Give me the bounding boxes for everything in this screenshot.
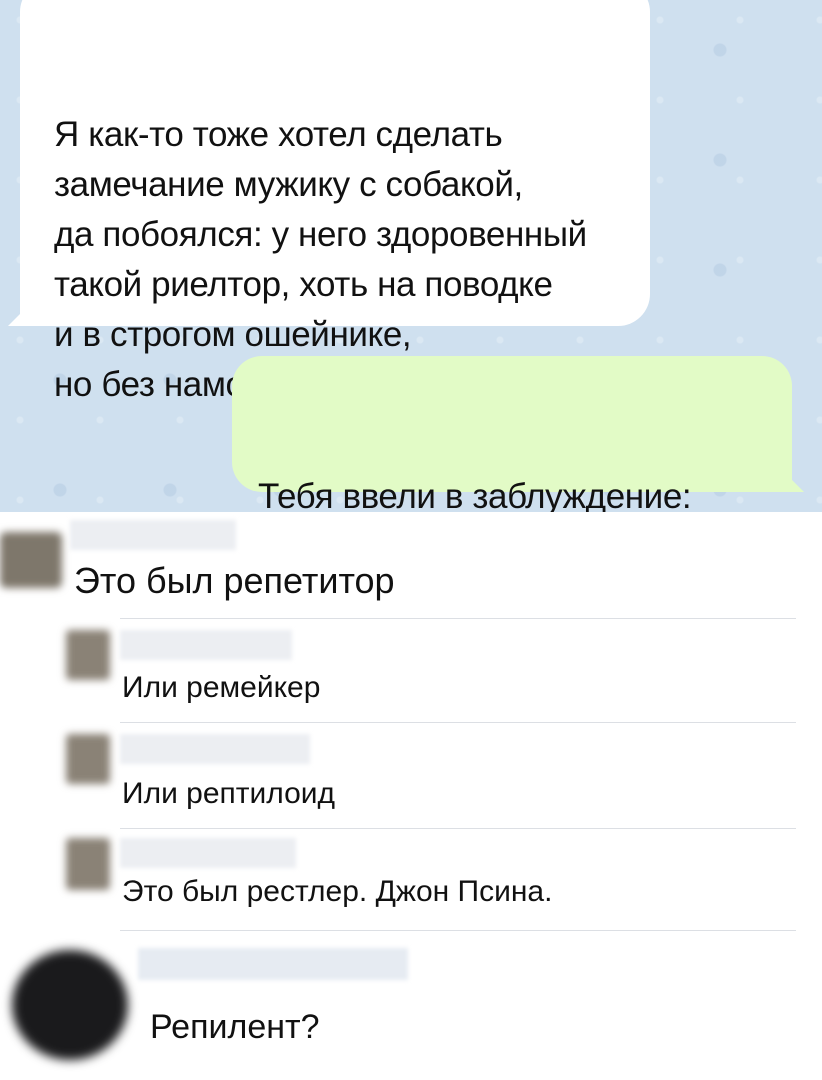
reply-comment: Или рептилоид <box>0 724 822 830</box>
avatar[interactable] <box>0 532 62 588</box>
avatar[interactable] <box>66 838 110 890</box>
incoming-bubble-tail <box>8 300 34 326</box>
author-name-blurred[interactable] <box>120 734 310 764</box>
chat-area: Я как-то тоже хотел сделать замечание му… <box>0 0 822 512</box>
reply-comment: Это был рестлер. Джон Псина. <box>0 830 822 934</box>
author-name-blurred[interactable] <box>120 630 292 660</box>
outgoing-message-text: Тебя ввели в заблуждение: это был ретейл… <box>258 477 692 512</box>
comment-main: Это был репетитор <box>0 512 822 622</box>
avatar[interactable] <box>12 950 128 1060</box>
divider <box>120 828 796 829</box>
reply-comment: Или ремейкер <box>0 618 822 724</box>
outgoing-message-bubble[interactable]: Тебя ввели в заблуждение: это был ретейл… <box>232 356 804 512</box>
outgoing-bubble-tail <box>778 466 804 492</box>
author-name-blurred[interactable] <box>70 520 236 550</box>
avatar[interactable] <box>66 630 110 680</box>
author-name-blurred[interactable] <box>138 948 408 980</box>
comment-last: Репилент? <box>0 934 822 1080</box>
author-name-blurred[interactable] <box>120 838 296 868</box>
reply-text: Или ремейкер <box>122 671 321 704</box>
divider <box>120 722 796 723</box>
comment-text: Репилент? <box>150 1008 320 1046</box>
reply-text: Или рептилоид <box>122 777 336 810</box>
divider <box>120 930 796 931</box>
comment-text: Это был репетитор <box>74 560 395 601</box>
avatar[interactable] <box>66 734 110 784</box>
reply-text: Это был рестлер. Джон Псина. <box>122 875 553 908</box>
incoming-message-bubble[interactable]: Я как-то тоже хотел сделать замечание му… <box>8 0 650 404</box>
